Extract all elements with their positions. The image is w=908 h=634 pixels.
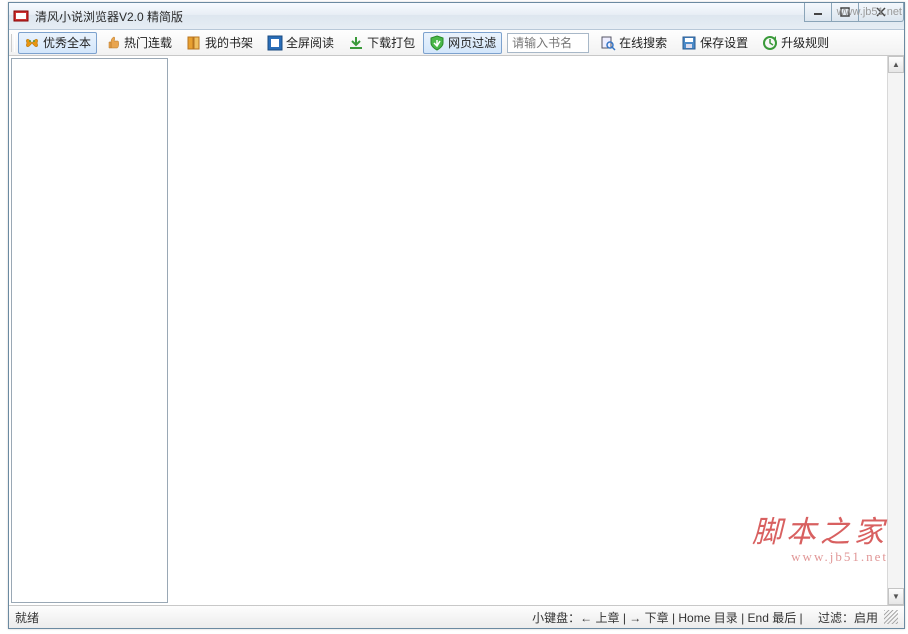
toolbar-grip [11, 34, 15, 52]
book-icon [186, 35, 202, 51]
toolbar-excellent-complete[interactable]: 优秀全本 [18, 32, 97, 54]
fullscreen-icon [267, 35, 283, 51]
update-icon [762, 35, 778, 51]
toolbar-fullscreen[interactable]: 全屏阅读 [261, 32, 340, 54]
minimize-button[interactable] [804, 3, 832, 22]
toolbar: 优秀全本 热门连载 我的书架 全屏阅读 下载打包 网页过滤 在线搜索 [9, 30, 904, 56]
search-input[interactable] [507, 33, 589, 53]
titlebar[interactable]: 清风小说浏览器V2.0 精简版 [9, 3, 904, 30]
scroll-up-button[interactable]: ▲ [888, 56, 904, 73]
watermark-title: 脚本之家 [752, 507, 888, 551]
status-text: 就绪 [15, 609, 39, 626]
toolbar-update-rules[interactable]: 升级规则 [756, 32, 835, 54]
search-icon [600, 35, 616, 51]
toolbar-online-search[interactable]: 在线搜索 [594, 32, 673, 54]
toolbar-label: 升级规则 [781, 34, 829, 51]
butterfly-icon [24, 35, 40, 51]
toolbar-label: 我的书架 [205, 34, 253, 51]
thumb-icon [105, 35, 121, 51]
toolbar-label: 在线搜索 [619, 34, 667, 51]
toolbar-save-settings[interactable]: 保存设置 [675, 32, 754, 54]
shield-icon [429, 35, 445, 51]
toolbar-web-filter[interactable]: 网页过滤 [423, 32, 502, 54]
resize-grip[interactable] [884, 610, 898, 624]
toolbar-download-pack[interactable]: 下载打包 [342, 32, 421, 54]
statusbar: 就绪 小键盘：← 上章 | → 下章 | Home 目录 | End 最后 | … [9, 606, 904, 628]
toolbar-label: 优秀全本 [43, 34, 91, 51]
toolbar-label: 保存设置 [700, 34, 748, 51]
vertical-scrollbar[interactable]: ▲ ▼ [887, 56, 904, 605]
toolbar-my-bookshelf[interactable]: 我的书架 [180, 32, 259, 54]
toolbar-hot-serial[interactable]: 热门连载 [99, 32, 178, 54]
toolbar-label: 全屏阅读 [286, 34, 334, 51]
watermark-url: www.jb51.net [752, 549, 888, 565]
watermark: 脚本之家 www.jb51.net [752, 507, 888, 565]
scroll-track[interactable] [888, 73, 904, 588]
watermark-top-url: www.jb51.net [837, 6, 902, 18]
status-hint: 小键盘：← 上章 | → 下章 | Home 目录 | End 最后 | 过滤：… [532, 609, 878, 626]
download-icon [348, 35, 364, 51]
save-icon [681, 35, 697, 51]
toolbar-label: 下载打包 [367, 34, 415, 51]
main-viewer: ▲ ▼ 脚本之家 www.jb51.net [170, 56, 904, 605]
sidebar-panel[interactable] [11, 58, 168, 603]
window-title: 清风小说浏览器V2.0 精简版 [35, 8, 183, 25]
toolbar-label: 网页过滤 [448, 34, 496, 51]
content-area: ▲ ▼ 脚本之家 www.jb51.net [9, 56, 904, 606]
toolbar-label: 热门连载 [124, 34, 172, 51]
app-window: 清风小说浏览器V2.0 精简版 优秀全本 热门连载 我的书架 [8, 2, 905, 629]
scroll-down-button[interactable]: ▼ [888, 588, 904, 605]
app-icon [13, 8, 29, 24]
